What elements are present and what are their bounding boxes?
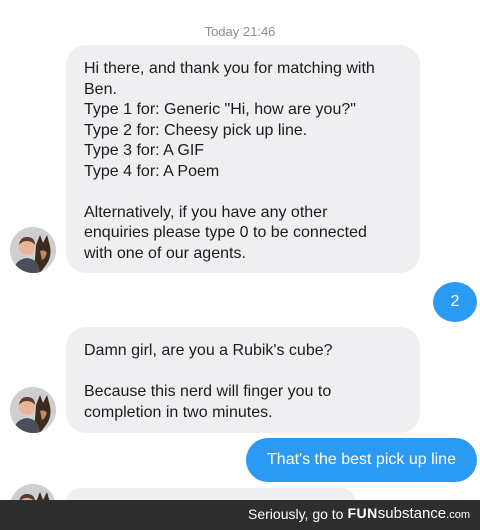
message-line: enquiries please type 0 to be connected [84, 224, 367, 241]
message-incoming[interactable]: Hi there, and thank you for matching wit… [66, 45, 420, 273]
message-outgoing[interactable]: 2 [433, 282, 477, 322]
message-line: Type 2 for: Cheesy pick up line. [84, 121, 308, 139]
message-line: Alternatively, if you have any other [84, 203, 328, 221]
watermark-prefix: Seriously, go to [248, 505, 344, 522]
avatar[interactable] [10, 387, 56, 433]
timestamp: Today 21:46 [204, 24, 276, 39]
avatar[interactable] [10, 227, 56, 273]
message-line: Type 3 for: A GIF [84, 142, 205, 159]
watermark-bar: Seriously, go to FUN substance .com [0, 500, 480, 530]
message-line: Type 4 for: A Poem [84, 162, 220, 180]
watermark-brand-rest: substance [377, 505, 447, 522]
message-line: Damn girl, are you a Rubik's cube? [84, 342, 333, 359]
message-outgoing[interactable]: That's the best pick up line [246, 438, 477, 482]
message-incoming[interactable]: Damn girl, are you a Rubik's cube? Becau… [66, 327, 420, 433]
watermark-brand-bold: FUN [347, 505, 378, 521]
message-line: with one of our agents. [84, 244, 246, 262]
message-line: Hi there, and thank you for matching wit… [84, 60, 375, 77]
message-line [84, 362, 402, 383]
message-line: Ben. [84, 80, 117, 98]
message-line [84, 182, 402, 203]
funsubstance-logo: FUN substance .com [347, 505, 470, 522]
watermark-domain: .com [446, 509, 470, 521]
message-line: Because this nerd will finger you to [84, 383, 332, 400]
message-line: completion in two minutes. [84, 403, 273, 421]
message-line: Type 1 for: Generic "Hi, how are you?" [84, 101, 356, 118]
watermark: Seriously, go to FUN substance .com [248, 505, 470, 522]
